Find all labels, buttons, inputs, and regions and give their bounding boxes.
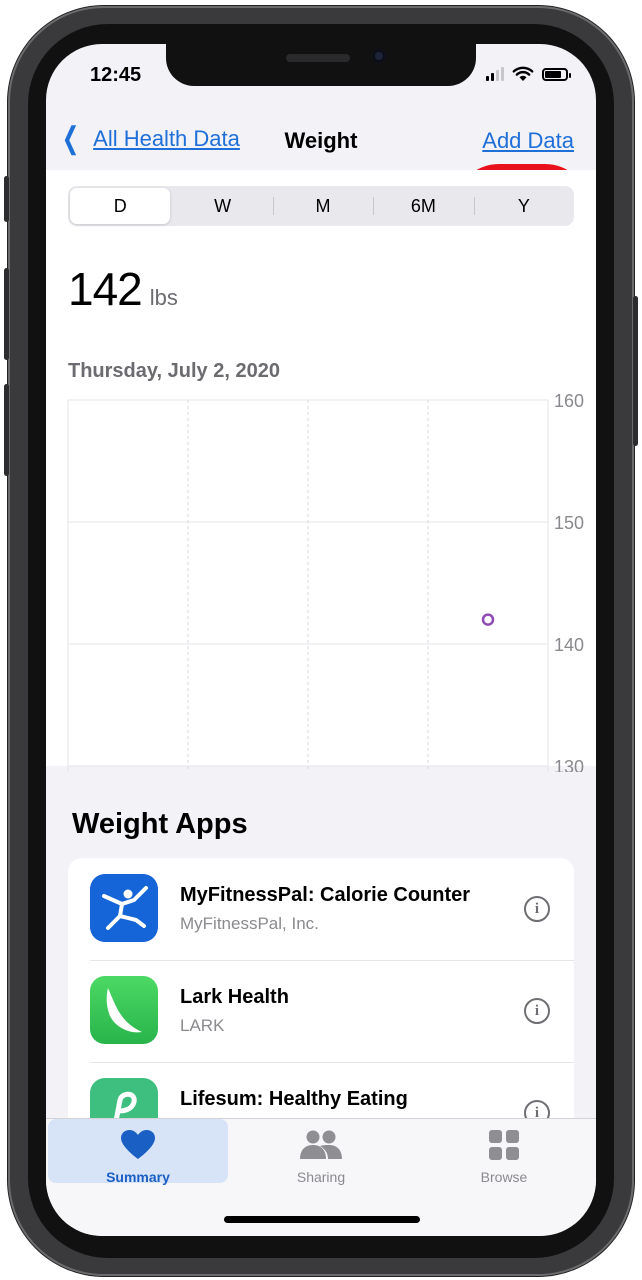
myfitnesspal-icon [90, 874, 158, 942]
signal-icon [486, 67, 504, 81]
wifi-icon [512, 66, 534, 81]
info-icon[interactable]: i [524, 998, 550, 1024]
nav-bar: ❮ All Health Data Weight Add Data [46, 114, 596, 254]
tab-summary[interactable]: Summary [48, 1119, 228, 1185]
tab-browse[interactable]: Browse [414, 1119, 594, 1185]
app-developer: LARK [180, 1016, 225, 1035]
weight-detail-panel: D W M 6M Y 142 lbs Thursday, July 2, 2020 16… [46, 170, 596, 772]
list-item-lark[interactable]: Lark Health LARK i [68, 960, 574, 1062]
current-value: 142 lbs [68, 262, 178, 316]
camera [372, 49, 386, 63]
volume-up-button [4, 268, 9, 360]
app-developer: MyFitnessPal, Inc. [180, 914, 319, 933]
tab-label: Browse [480, 1169, 528, 1185]
tab-label: Summary [106, 1169, 170, 1185]
list-item-myfitnesspal[interactable]: MyFitnessPal: Calorie Counter MyFitnessP… [68, 858, 574, 960]
lark-icon [90, 976, 158, 1044]
tab-sharing[interactable]: Sharing [231, 1119, 411, 1185]
segment-y[interactable]: Y [473, 188, 574, 224]
add-data-button[interactable]: Add Data [482, 128, 574, 154]
tab-label: Sharing [296, 1169, 346, 1185]
people-icon [300, 1130, 342, 1159]
y-tick-label: 140 [554, 635, 584, 655]
y-tick-label: 130 [554, 757, 584, 772]
speaker [286, 54, 350, 62]
info-icon[interactable]: i [524, 896, 550, 922]
power-button [633, 296, 638, 446]
weight-unit: lbs [149, 285, 178, 310]
status-time: 12:45 [90, 64, 142, 86]
app-name: MyFitnessPal: Calorie Counter [180, 884, 471, 906]
segment-6m[interactable]: 6M [373, 188, 473, 224]
y-tick-label: 150 [554, 513, 584, 533]
grid-icon [489, 1130, 519, 1160]
data-point[interactable] [481, 613, 495, 626]
weight-value: 142 [68, 263, 143, 315]
home-indicator [224, 1216, 420, 1223]
segment-d[interactable]: D [70, 188, 171, 224]
weight-chart[interactable]: 16015014013012 AM612 PM6 [46, 392, 596, 772]
segment-m[interactable]: M [272, 188, 373, 224]
battery-icon [542, 67, 571, 81]
app-name: Lifesum: Healthy Eating [180, 1088, 408, 1110]
volume-down-button [4, 384, 9, 476]
notch [166, 44, 476, 86]
mute-switch [4, 176, 9, 222]
weight-apps-list: MyFitnessPal: Calorie Counter MyFitnessP… [68, 858, 574, 1158]
app-name: Lark Health [180, 986, 289, 1008]
status-icons [486, 66, 571, 82]
time-range-segmented-control: D W M 6M Y [68, 186, 574, 226]
section-title-weight-apps: Weight Apps [72, 808, 248, 840]
heart-icon [121, 1130, 155, 1159]
date-label: Thursday, July 2, 2020 [68, 360, 280, 382]
y-tick-label: 160 [554, 392, 584, 411]
screen: 12:45 ❮ All Health Data Weight Add Data … [46, 44, 596, 1236]
segment-w[interactable]: W [172, 188, 272, 224]
